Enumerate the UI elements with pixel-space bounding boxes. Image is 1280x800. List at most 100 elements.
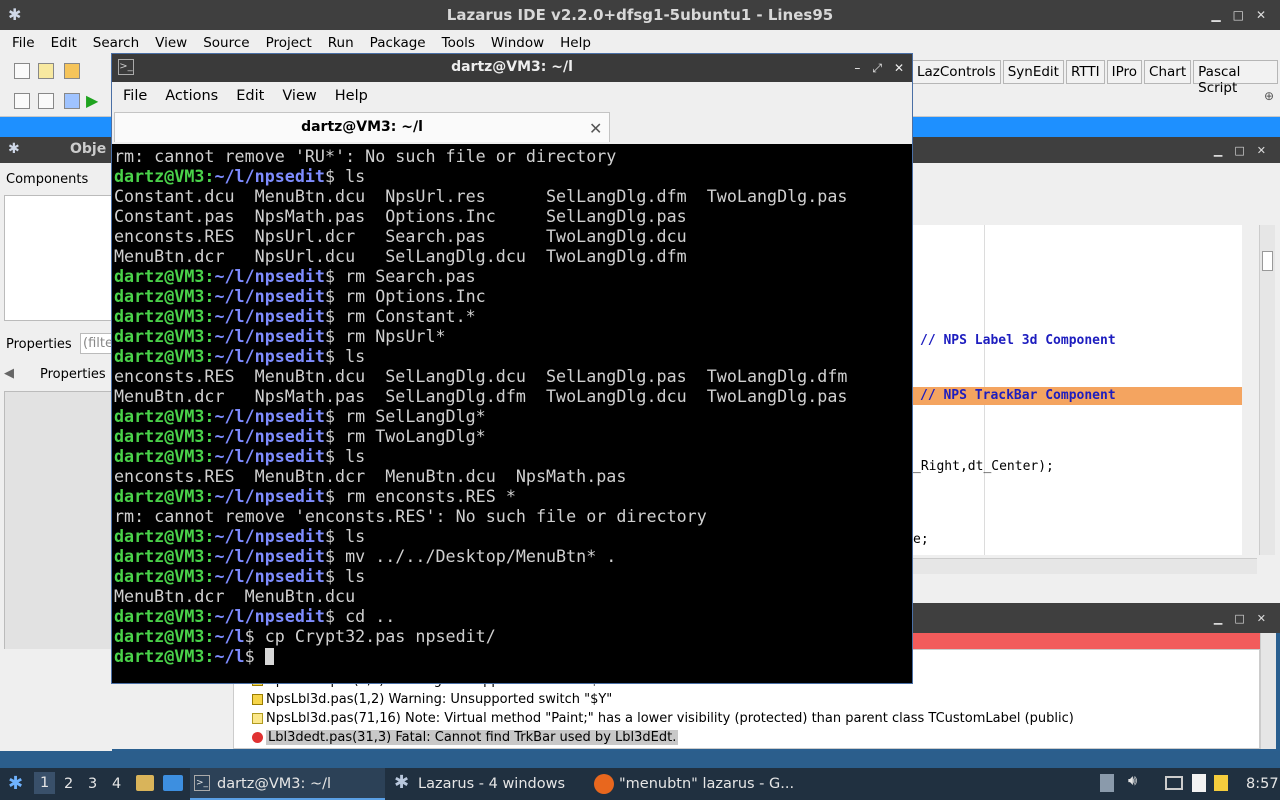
- menu-window[interactable]: Window: [483, 35, 552, 51]
- prompt-dollar: $: [324, 526, 336, 546]
- maximize-icon[interactable]: □: [1233, 8, 1244, 22]
- terminal-tab[interactable]: dartz@VM3: ~/l ✕: [114, 112, 610, 142]
- terminal-window[interactable]: >_ dartz@VM3: ~/l – ⤢ ✕ File Actions Edi…: [111, 53, 913, 684]
- clipboard-icon[interactable]: [1192, 774, 1206, 792]
- view-units-icon[interactable]: [14, 93, 30, 109]
- menu-file[interactable]: File: [4, 35, 43, 51]
- tab-lazcontrols[interactable]: LazControls: [912, 60, 1001, 84]
- show-desktop-icon[interactable]: [163, 775, 183, 791]
- task-firefox[interactable]: "menubtn" lazarus - G...: [619, 776, 794, 792]
- display-icon[interactable]: [1165, 776, 1183, 790]
- terminal-prompt-line: dartz@VM3:~/l/npsedit$ rm TwoLangDlg*: [114, 426, 910, 446]
- menu-search[interactable]: Search: [85, 35, 147, 51]
- restore-icon[interactable]: ⤢: [872, 61, 882, 76]
- menu-source[interactable]: Source: [195, 35, 257, 51]
- new-form-icon[interactable]: [38, 63, 54, 79]
- tab-pascal-script[interactable]: Pascal Script: [1193, 60, 1278, 96]
- tab-ipro[interactable]: IPro: [1106, 60, 1143, 84]
- prompt-user: dartz@VM3: [114, 166, 205, 186]
- toolbar-scroll-icon[interactable]: ⊕: [1264, 89, 1274, 103]
- menu-run[interactable]: Run: [320, 35, 362, 51]
- close-icon[interactable]: ✕: [1257, 612, 1266, 625]
- prompt-command: rm Options.Inc: [335, 286, 486, 306]
- prompt-command: ls: [335, 446, 366, 466]
- close-icon[interactable]: ✕: [1257, 144, 1266, 157]
- terminal-menu-help[interactable]: Help: [326, 88, 377, 104]
- minimize-icon[interactable]: –: [854, 61, 860, 75]
- messages-scrollbar[interactable]: [1260, 633, 1276, 749]
- editor-horizontal-scrollbar[interactable]: [912, 558, 1257, 574]
- notes-icon[interactable]: [1214, 775, 1228, 791]
- menu-project[interactable]: Project: [258, 35, 320, 51]
- close-icon[interactable]: ✕: [1256, 8, 1266, 22]
- terminal-menu-view[interactable]: View: [273, 88, 325, 104]
- workspace-2[interactable]: 2: [64, 776, 73, 792]
- prompt-colon: :: [204, 166, 215, 186]
- terminal-menu-edit[interactable]: Edit: [227, 88, 273, 104]
- trash-icon[interactable]: [1100, 774, 1114, 792]
- run-icon[interactable]: ▶: [86, 91, 98, 110]
- minimize-icon[interactable]: ▁: [1211, 8, 1220, 22]
- terminal-prompt-line: dartz@VM3:~/l/npsedit$ rm Constant.*: [114, 306, 910, 326]
- start-menu-icon[interactable]: ✱: [8, 773, 23, 794]
- prompt-user: dartz@VM3: [114, 326, 205, 346]
- message-item[interactable]: NpsLbl3d.pas(71,16) Note: Virtual method…: [252, 711, 1074, 726]
- tab-close-icon[interactable]: ✕: [589, 119, 602, 138]
- task-terminal[interactable]: >_ dartz@VM3: ~/l: [190, 768, 385, 800]
- clock[interactable]: 8:57: [1246, 776, 1279, 792]
- source-editor-titlebar[interactable]: ▁ □ ✕: [912, 137, 1280, 163]
- workspace-4[interactable]: 4: [112, 776, 121, 792]
- prompt-colon: :: [204, 286, 215, 306]
- terminal-output[interactable]: rm: cannot remove 'RU*': No such file or…: [114, 146, 910, 680]
- component-tree[interactable]: [4, 195, 112, 321]
- maximize-icon[interactable]: □: [1234, 612, 1244, 625]
- lazarus-titlebar[interactable]: ✱ Lazarus IDE v2.2.0+dfsg1-5ubuntu1 - Li…: [0, 0, 1280, 30]
- menu-edit[interactable]: Edit: [43, 35, 85, 51]
- task-lazarus[interactable]: Lazarus - 4 windows: [418, 776, 565, 792]
- object-inspector-titlebar[interactable]: ✱ Obje: [0, 137, 112, 163]
- prompt-user: dartz@VM3: [114, 566, 205, 586]
- editor-vertical-scrollbar[interactable]: [1259, 225, 1275, 555]
- tab-synedit[interactable]: SynEdit: [1002, 60, 1064, 84]
- minimize-icon[interactable]: ▁: [1214, 144, 1222, 157]
- new-unit-icon[interactable]: [14, 63, 30, 79]
- prompt-user: dartz@VM3: [114, 426, 205, 446]
- components-label: Components: [6, 172, 89, 187]
- prompt-path: ~/l/npsedit: [214, 346, 325, 366]
- workspace-3[interactable]: 3: [88, 776, 97, 792]
- minimize-icon[interactable]: ▁: [1214, 612, 1222, 625]
- prompt-user: dartz@VM3: [114, 486, 205, 506]
- properties-tab[interactable]: Properties: [6, 337, 72, 352]
- terminal-prompt-line: dartz@VM3:~/l/npsedit$ mv ../../Desktop/…: [114, 546, 910, 566]
- messages-titlebar[interactable]: ▁ □ ✕: [912, 603, 1280, 633]
- menu-package[interactable]: Package: [362, 35, 434, 51]
- workspace-1[interactable]: 1: [34, 772, 56, 794]
- prompt-user: dartz@VM3: [114, 626, 205, 646]
- property-tree-collapse-icon[interactable]: ◀: [4, 366, 14, 381]
- prompt-colon: :: [204, 526, 215, 546]
- property-filter-input[interactable]: (filte: [80, 333, 112, 354]
- open-icon[interactable]: [64, 63, 80, 79]
- terminal-prompt-line: dartz@VM3:~/l/npsedit$ ls: [114, 446, 910, 466]
- file-manager-icon[interactable]: [136, 775, 154, 791]
- maximize-icon[interactable]: □: [1234, 144, 1244, 157]
- terminal-output-line: enconsts.RES MenuBtn.dcr MenuBtn.dcu Nps…: [114, 466, 627, 486]
- message-item[interactable]: NpsLbl3d.pas(1,2) Warning: Unsupported s…: [252, 692, 612, 707]
- view-forms-icon[interactable]: [38, 93, 54, 109]
- menu-tools[interactable]: Tools: [434, 35, 483, 51]
- prompt-dollar: $: [324, 606, 336, 626]
- terminal-menu-file[interactable]: File: [114, 88, 156, 104]
- tab-rtti[interactable]: RTTI: [1065, 60, 1105, 84]
- volume-icon[interactable]: 🔊︎: [1128, 773, 1137, 789]
- terminal-prompt-line: dartz@VM3:~/l/npsedit$ ls: [114, 526, 910, 546]
- tab-chart[interactable]: Chart: [1144, 60, 1192, 84]
- menu-view[interactable]: View: [147, 35, 195, 51]
- prompt-user: dartz@VM3: [114, 546, 205, 566]
- close-icon[interactable]: ✕: [894, 61, 904, 75]
- property-grid[interactable]: [4, 391, 112, 675]
- terminal-titlebar[interactable]: >_ dartz@VM3: ~/l – ⤢ ✕: [112, 54, 912, 82]
- build-icon[interactable]: [64, 93, 80, 109]
- terminal-menu-actions[interactable]: Actions: [156, 88, 227, 104]
- message-item-selected[interactable]: Lbl3dedt.pas(31,3) Fatal: Cannot find Tr…: [252, 730, 679, 745]
- menu-help[interactable]: Help: [552, 35, 599, 51]
